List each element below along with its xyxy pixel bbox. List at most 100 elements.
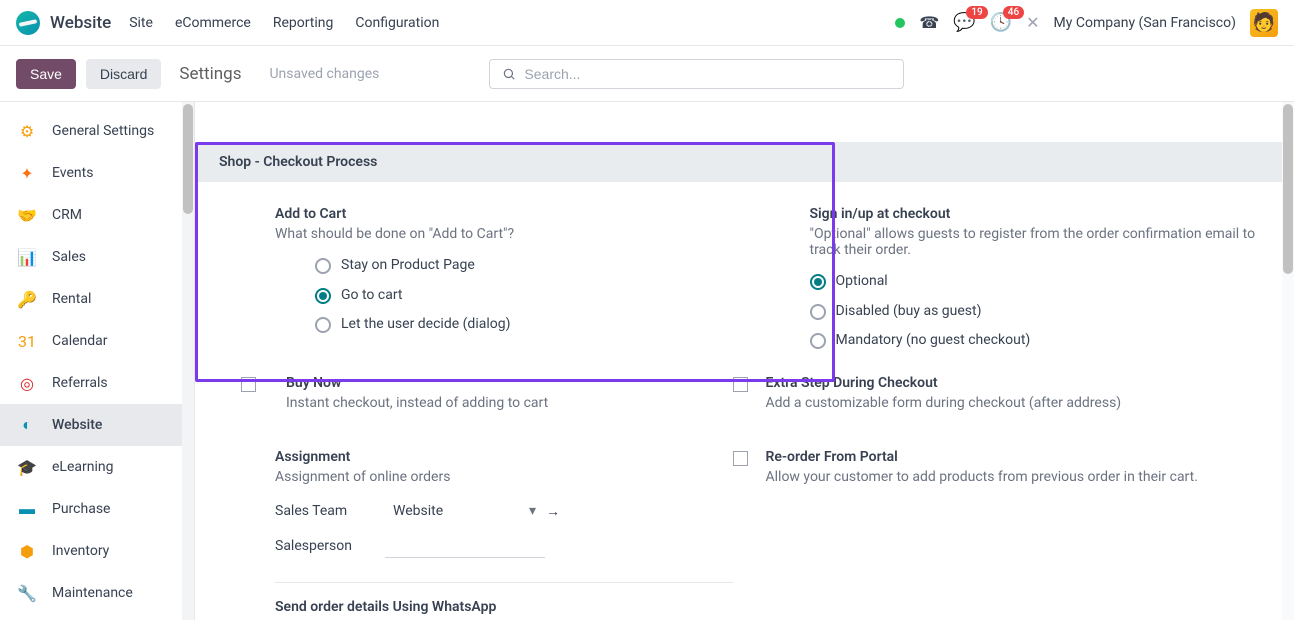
reorder-checkbox[interactable] bbox=[733, 451, 748, 466]
messages-icon[interactable]: 💬19 bbox=[953, 12, 975, 33]
menu-configuration[interactable]: Configuration bbox=[355, 15, 439, 31]
sidebar-icon: ⬢ bbox=[16, 540, 38, 562]
section-header: Shop - Checkout Process bbox=[195, 142, 1294, 182]
sidebar-icon: ◎ bbox=[16, 372, 38, 394]
add-to-cart-desc: What should be done on "Add to Cart"? bbox=[275, 226, 736, 242]
extra-step-desc: Add a customizable form during checkout … bbox=[766, 395, 1271, 411]
sidebar-item-label: Website bbox=[52, 417, 102, 433]
sidebar-item-general-settings[interactable]: ⚙ General Settings bbox=[0, 110, 194, 152]
sidebar-icon: 🤝 bbox=[16, 204, 38, 226]
radio-icon[interactable] bbox=[315, 288, 331, 304]
sidebar-item-label: Sales bbox=[52, 249, 86, 265]
content-scrollbar[interactable] bbox=[1282, 102, 1294, 620]
add-to-cart-option[interactable]: Stay on Product Page bbox=[275, 256, 736, 276]
sidebar-item-label: eLearning bbox=[52, 459, 113, 475]
sidebar-item-referrals[interactable]: ◎ Referrals bbox=[0, 362, 194, 404]
menu-reporting[interactable]: Reporting bbox=[273, 15, 334, 31]
whatsapp-title: Send order details Using WhatsApp bbox=[275, 599, 733, 620]
search-input[interactable] bbox=[524, 66, 891, 82]
signin-option[interactable]: Mandatory (no guest checkout) bbox=[810, 331, 1271, 351]
menu-ecommerce[interactable]: eCommerce bbox=[175, 15, 251, 31]
add-to-cart-option[interactable]: Let the user decide (dialog) bbox=[275, 315, 736, 335]
activity-badge: 46 bbox=[1003, 6, 1024, 19]
reorder-setting: Re-order From Portal Allow your customer… bbox=[733, 449, 1271, 499]
sidebar-item-label: Referrals bbox=[52, 375, 108, 391]
discard-button[interactable]: Discard bbox=[86, 59, 161, 89]
sidebar-item-label: Rental bbox=[52, 291, 91, 307]
sales-team-value[interactable]: Website bbox=[385, 499, 525, 524]
menu-site[interactable]: Site bbox=[129, 15, 153, 31]
sidebar-icon: 📊 bbox=[16, 246, 38, 268]
sidebar: ⚙ General Settings ✦Events 🤝 CRM 📊 Sales 🔑Renta… bbox=[0, 102, 195, 620]
buy-now-title: Buy Now bbox=[286, 375, 733, 391]
sidebar-item-crm[interactable]: 🤝 CRM bbox=[0, 194, 194, 236]
sidebar-item-rental[interactable]: 🔑Rental bbox=[0, 278, 194, 320]
salesperson-label: Salesperson bbox=[275, 538, 385, 554]
sidebar-item-calendar[interactable]: 31Calendar bbox=[0, 320, 194, 362]
sidebar-icon: 🎓 bbox=[16, 456, 38, 478]
add-to-cart-option[interactable]: Go to cart bbox=[275, 286, 736, 306]
assignment-title: Assignment bbox=[275, 449, 733, 465]
sidebar-scroll-thumb[interactable] bbox=[183, 104, 193, 214]
brand-icon bbox=[16, 11, 40, 35]
add-to-cart-setting: Add to Cart What should be done on "Add … bbox=[275, 206, 736, 335]
radio-label: Mandatory (no guest checkout) bbox=[836, 331, 1031, 351]
content-scroll-thumb[interactable] bbox=[1283, 104, 1293, 274]
sidebar-item-label: General Settings bbox=[52, 123, 154, 139]
buy-now-desc: Instant checkout, instead of adding to c… bbox=[286, 395, 733, 411]
sidebar-item-website[interactable]: ◐Website bbox=[0, 404, 194, 446]
company-switcher[interactable]: My Company (San Francisco) bbox=[1054, 15, 1236, 31]
signin-setting: Sign in/up at checkout "Optional" allows… bbox=[810, 206, 1271, 351]
radio-label: Go to cart bbox=[341, 286, 403, 306]
radio-label: Stay on Product Page bbox=[341, 256, 475, 276]
sidebar-item-manufacturing[interactable]: 🏭Manufacturing bbox=[0, 614, 194, 620]
sidebar-item-inventory[interactable]: ⬢ Inventory bbox=[0, 530, 194, 572]
brand-name[interactable]: Website bbox=[50, 13, 111, 33]
sidebar-item-label: Purchase bbox=[52, 501, 110, 517]
sidebar-scrollbar[interactable] bbox=[182, 102, 194, 620]
sidebar-item-elearning[interactable]: 🎓 eLearning bbox=[0, 446, 194, 488]
signin-desc: "Optional" allows guests to register fro… bbox=[810, 226, 1271, 258]
assignment-setting: Assignment Assignment of online orders S… bbox=[275, 449, 733, 558]
extra-step-setting: Extra Step During Checkout Add a customi… bbox=[733, 375, 1271, 425]
search-box[interactable] bbox=[489, 59, 904, 89]
search-icon bbox=[502, 67, 516, 81]
external-link-icon[interactable]: → bbox=[546, 503, 560, 520]
radio-icon[interactable] bbox=[810, 304, 826, 320]
buy-now-checkbox[interactable] bbox=[241, 377, 256, 392]
radio-icon[interactable] bbox=[810, 274, 826, 290]
sidebar-item-events[interactable]: ✦Events bbox=[0, 152, 194, 194]
activity-icon[interactable]: 🕓46 bbox=[990, 12, 1012, 33]
reorder-title: Re-order From Portal bbox=[766, 449, 1271, 465]
sidebar-icon: ▬ bbox=[16, 498, 38, 520]
caret-down-icon[interactable]: ▾ bbox=[529, 503, 536, 519]
user-avatar[interactable]: 🧑 bbox=[1250, 9, 1278, 37]
radio-icon[interactable] bbox=[810, 333, 826, 349]
sidebar-icon: ⚙ bbox=[16, 120, 38, 142]
radio-icon[interactable] bbox=[315, 317, 331, 333]
divider bbox=[275, 582, 733, 583]
sidebar-item-label: Inventory bbox=[52, 543, 109, 559]
signin-option[interactable]: Optional bbox=[810, 272, 1271, 292]
sidebar-icon: 31 bbox=[16, 330, 38, 352]
sidebar-item-label: CRM bbox=[52, 207, 82, 223]
radio-icon[interactable] bbox=[315, 258, 331, 274]
save-button[interactable]: Save bbox=[16, 59, 76, 89]
radio-label: Disabled (buy as guest) bbox=[836, 302, 982, 322]
sidebar-icon: ✦ bbox=[16, 162, 38, 184]
status-dot-icon bbox=[895, 18, 905, 28]
messages-badge: 19 bbox=[966, 6, 987, 19]
radio-label: Optional bbox=[836, 272, 888, 292]
salesperson-input[interactable] bbox=[385, 534, 545, 558]
tools-icon[interactable]: ✕ bbox=[1026, 13, 1039, 32]
top-navbar: Website Site eCommerce Reporting Configu… bbox=[0, 0, 1294, 46]
phone-icon[interactable]: ☎ bbox=[919, 13, 939, 32]
sidebar-item-purchase[interactable]: ▬ Purchase bbox=[0, 488, 194, 530]
sales-team-label: Sales Team bbox=[275, 503, 385, 519]
content-area: Shop - Checkout Process Add to Cart What… bbox=[195, 102, 1294, 620]
signin-option[interactable]: Disabled (buy as guest) bbox=[810, 302, 1271, 322]
extra-step-checkbox[interactable] bbox=[733, 377, 748, 392]
sidebar-item-maintenance[interactable]: 🔧Maintenance bbox=[0, 572, 194, 614]
sidebar-item-sales[interactable]: 📊 Sales bbox=[0, 236, 194, 278]
sidebar-item-label: Maintenance bbox=[52, 585, 133, 601]
